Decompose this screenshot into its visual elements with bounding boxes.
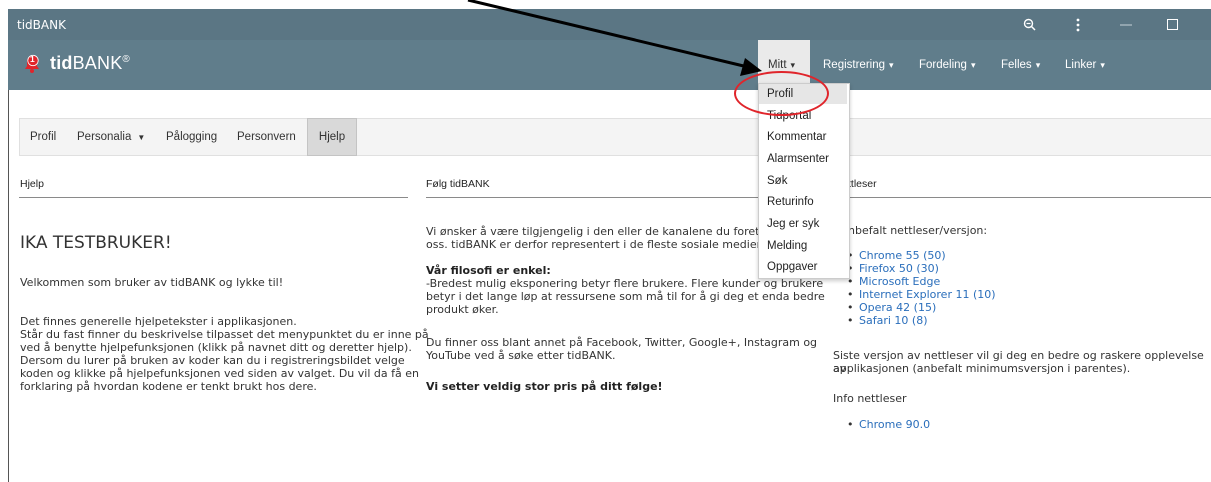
menu-item-tidportal[interactable]: Tidportal bbox=[767, 110, 811, 122]
help-text-line: ved å benytte hjelpefunksjonen (klikk på… bbox=[20, 341, 412, 354]
menu-fordeling-label: Fordeling bbox=[919, 59, 967, 71]
tab-palogging[interactable]: Pålogging bbox=[166, 119, 217, 155]
caret-down-icon: ▼ bbox=[137, 132, 146, 142]
chevron-down-icon: ▾ bbox=[1100, 59, 1105, 70]
philosophy-title: Vår filosofi er enkel: bbox=[426, 264, 551, 277]
tab-hjelp[interactable]: Hjelp bbox=[307, 118, 357, 156]
menu-fordeling[interactable]: Fordeling ▾ bbox=[919, 40, 975, 90]
help-text-line: Det finnes generelle hjelpetekster i app… bbox=[20, 315, 297, 328]
tab-personalia-label: Personalia bbox=[77, 131, 132, 143]
column-header-browser: ttleser bbox=[848, 178, 877, 190]
browser-link-opera[interactable]: Opera 42 (15) bbox=[847, 301, 936, 314]
follow-intro-line: oss. tidBANK er derfor representert i de… bbox=[426, 238, 764, 251]
column-header-hjelp: Hjelp bbox=[20, 178, 44, 190]
info-browser-label: Info nettleser bbox=[833, 392, 907, 405]
app-navbar: 1 tidBANK® Mitt ▾ Registrering ▾ Fordeling… bbox=[8, 40, 1211, 90]
notification-count: 1 bbox=[30, 54, 35, 64]
tab-profil[interactable]: Profil bbox=[30, 119, 56, 155]
help-text-line: Står du fast finner du beskrivelse tilpa… bbox=[20, 328, 429, 341]
social-line: Du finner oss blant annet på Facebook, T… bbox=[426, 336, 818, 349]
tab-hjelp-label: Hjelp bbox=[318, 131, 346, 143]
tab-personalia[interactable]: Personalia ▼ bbox=[77, 119, 145, 155]
maximize-icon[interactable] bbox=[1162, 9, 1182, 40]
tidbank-logo[interactable]: tidBANK® bbox=[50, 53, 130, 74]
chevron-down-icon: ▾ bbox=[889, 59, 894, 70]
browser-link-ie[interactable]: Internet Explorer 11 (10) bbox=[847, 288, 996, 301]
menu-item-alarmsenter[interactable]: Alarmsenter bbox=[767, 153, 829, 165]
chevron-down-icon: ▾ bbox=[790, 59, 796, 70]
window-title: tidBANK bbox=[17, 17, 66, 32]
help-text-line: Dersom du lurer på bruken av koder kan d… bbox=[20, 354, 405, 367]
follow-intro-line: Vi ønsker å være tilgjengelig i den elle… bbox=[426, 225, 795, 238]
user-greeting: IKA TESTBRUKER! bbox=[20, 233, 172, 253]
more-options-icon[interactable] bbox=[1068, 9, 1088, 40]
menu-item-profil[interactable]: Profil bbox=[767, 88, 793, 100]
recommended-browser-label: nbefalt nettleser/versjon: bbox=[848, 224, 988, 237]
divider bbox=[19, 197, 408, 198]
divider bbox=[833, 197, 1211, 198]
philosophy-line: betyr i det lange løp at ressursene som … bbox=[426, 290, 825, 303]
logo-prefix: tid bbox=[50, 53, 73, 73]
browser-link-safari[interactable]: Safari 10 (8) bbox=[847, 314, 927, 327]
tab-personvern-label: Personvern bbox=[237, 131, 296, 143]
profile-tabs: Profil Personalia ▼ Pålogging Personvern … bbox=[19, 118, 1211, 156]
logo-mark: ® bbox=[122, 54, 130, 65]
tab-palogging-label: Pålogging bbox=[166, 131, 218, 143]
menu-registrering-label: Registrering bbox=[823, 59, 885, 71]
mitt-dropdown-menu: Profil Tidportal Kommentar Alarmsenter S… bbox=[758, 83, 850, 279]
page-border bbox=[8, 90, 9, 482]
chevron-down-icon: ▾ bbox=[1035, 59, 1041, 70]
social-line: YouTube ved å søke etter tidBANK. bbox=[426, 349, 616, 362]
welcome-text: Velkommen som bruker av tidBANK og lykke… bbox=[20, 276, 284, 289]
column-header-follow: Følg tidBANK bbox=[426, 178, 490, 190]
menu-item-kommentar[interactable]: Kommentar bbox=[767, 131, 826, 143]
menu-item-melding[interactable]: Melding bbox=[767, 240, 807, 252]
chevron-down-icon: ▾ bbox=[970, 59, 976, 70]
menu-linker-label: Linker bbox=[1065, 59, 1097, 71]
menu-felles-label: Felles bbox=[1001, 59, 1032, 71]
tab-personvern[interactable]: Personvern bbox=[237, 119, 296, 155]
help-text-line: forklaring på hvordan kodene er tenkt br… bbox=[20, 380, 317, 393]
menu-linker[interactable]: Linker ▾ bbox=[1065, 40, 1105, 90]
help-text-line: koden og klikke på hjelpefunksjonen ved … bbox=[20, 367, 419, 380]
menu-item-jeg-er-syk[interactable]: Jeg er syk bbox=[767, 218, 819, 230]
browser-link-edge[interactable]: Microsoft Edge bbox=[847, 275, 940, 288]
window-titlebar: tidBANK bbox=[8, 9, 1211, 40]
menu-felles[interactable]: Felles ▾ bbox=[1001, 40, 1040, 90]
menu-mitt-label: Mitt bbox=[768, 59, 787, 71]
browser-link-chrome[interactable]: Chrome 55 (50) bbox=[847, 249, 946, 262]
browser-note-line: applikasjonen (anbefalt minimumsversjon … bbox=[833, 362, 1131, 375]
menu-item-returinfo[interactable]: Returinfo bbox=[767, 196, 814, 208]
minimize-icon[interactable] bbox=[1116, 9, 1136, 40]
closing-text: Vi setter veldig stor pris på ditt følge… bbox=[426, 380, 663, 393]
philosophy-line: produkt øker. bbox=[426, 303, 499, 316]
current-browser-link[interactable]: Chrome 90.0 bbox=[847, 418, 930, 431]
menu-item-oppgaver[interactable]: Oppgaver bbox=[767, 261, 818, 273]
menu-item-sok[interactable]: Søk bbox=[767, 175, 787, 187]
tab-profil-label: Profil bbox=[30, 131, 57, 143]
notification-bell-icon[interactable]: 1 bbox=[21, 52, 43, 74]
zoom-icon[interactable] bbox=[1017, 9, 1041, 40]
logo-suffix: BANK bbox=[72, 53, 123, 73]
browser-link-firefox[interactable]: Firefox 50 (30) bbox=[847, 262, 939, 275]
